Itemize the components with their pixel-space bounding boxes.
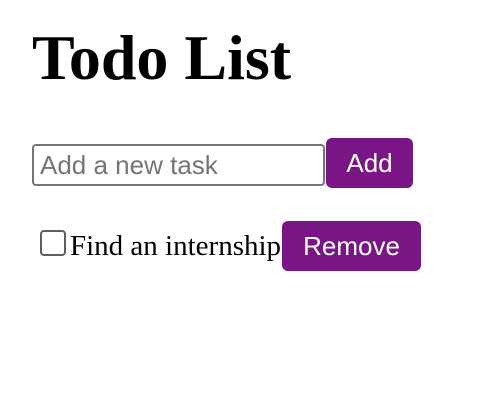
- todo-checkbox[interactable]: [40, 230, 66, 256]
- todo-item: Find an internship Remove: [32, 221, 422, 271]
- todo-list: Find an internship Remove: [32, 221, 422, 271]
- add-button[interactable]: Add: [326, 138, 413, 188]
- remove-button[interactable]: Remove: [282, 221, 422, 271]
- todo-text: Find an internship: [70, 229, 282, 262]
- page-title: Todo List: [32, 22, 292, 93]
- add-task-form: Add: [32, 138, 413, 188]
- new-task-input[interactable]: [32, 144, 325, 186]
